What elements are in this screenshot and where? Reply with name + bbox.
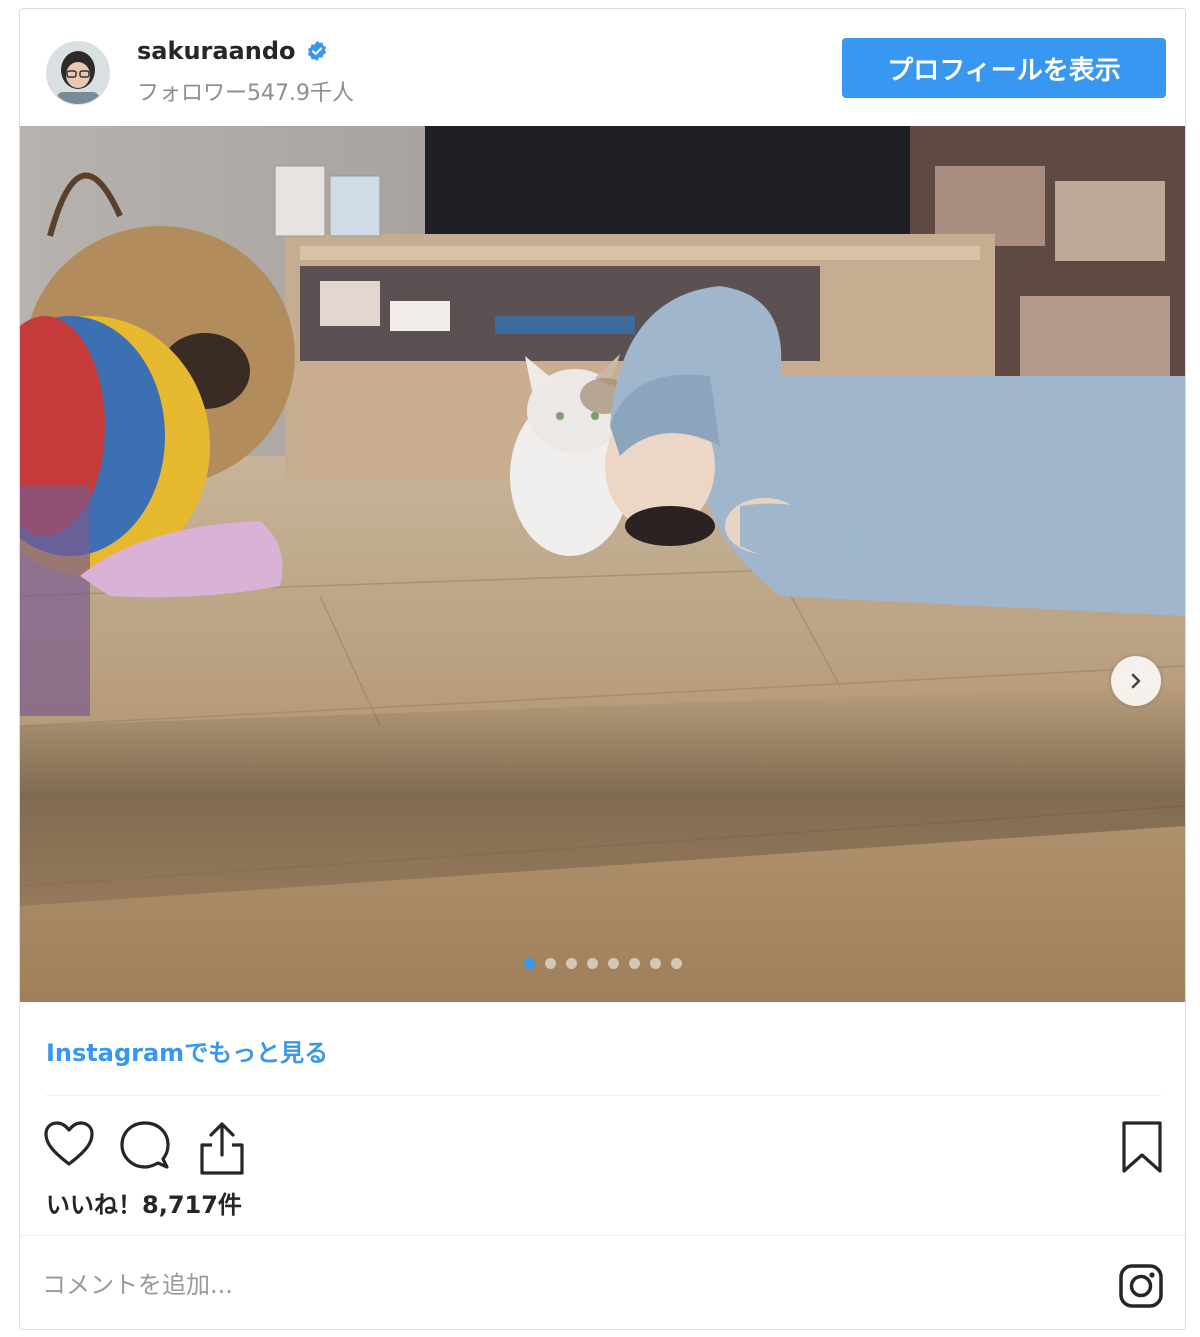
view-more-on-instagram-link[interactable]: Instagramでもっと見る xyxy=(46,1033,328,1068)
chevron-right-icon xyxy=(1131,673,1141,689)
view-profile-button[interactable]: プロフィールを表示 xyxy=(842,38,1166,98)
post-header: sakuraando フォロワー547.9千人 プロフィールを表示 xyxy=(20,9,1185,126)
comment-icon[interactable] xyxy=(118,1119,172,1173)
divider xyxy=(46,1095,1161,1096)
carousel-dots xyxy=(20,958,1185,969)
divider xyxy=(20,1235,1185,1236)
heart-icon[interactable] xyxy=(42,1119,96,1169)
carousel-dot xyxy=(586,958,598,969)
share-icon[interactable] xyxy=(196,1119,248,1177)
carousel-dot xyxy=(607,958,619,969)
carousel-dot xyxy=(649,958,661,969)
avatar[interactable] xyxy=(46,41,110,105)
avatar-image xyxy=(47,42,109,104)
photo-image xyxy=(20,126,1185,1002)
add-comment-field[interactable]: コメントを追加... xyxy=(42,1265,233,1300)
instagram-embed-card: sakuraando フォロワー547.9千人 プロフィールを表示 Instag… xyxy=(19,8,1186,1330)
carousel-dot xyxy=(544,958,556,969)
carousel-dot xyxy=(670,958,682,969)
carousel-dot xyxy=(628,958,640,969)
username[interactable]: sakuraando xyxy=(137,37,296,65)
next-photo-button[interactable] xyxy=(1111,656,1161,706)
follower-count: フォロワー547.9千人 xyxy=(137,81,354,106)
instagram-logo-icon[interactable] xyxy=(1117,1262,1165,1310)
username-row: sakuraando xyxy=(137,37,328,65)
action-bar xyxy=(20,1109,1185,1179)
carousel-dot xyxy=(523,958,535,969)
post-photo[interactable] xyxy=(20,126,1185,1002)
like-count: いいね！8,717件 xyxy=(46,1191,242,1219)
bookmark-icon[interactable] xyxy=(1120,1119,1164,1175)
carousel-dot xyxy=(565,958,577,969)
verified-badge-icon xyxy=(307,40,326,62)
